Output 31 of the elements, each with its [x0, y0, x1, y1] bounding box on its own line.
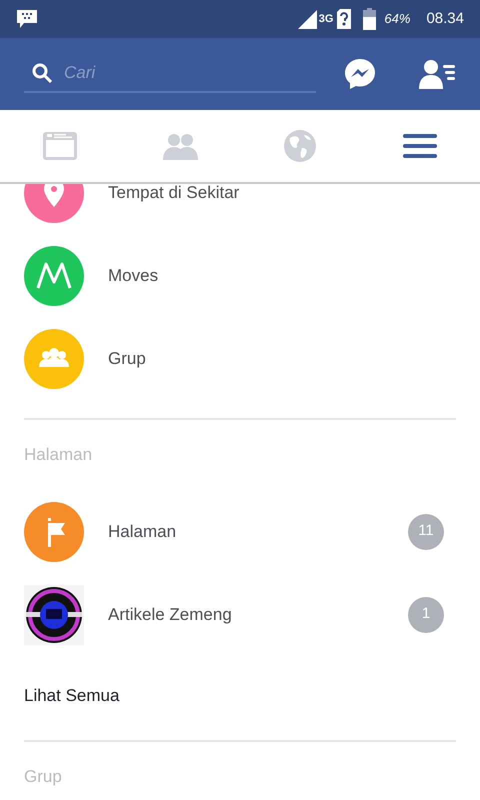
menu-item[interactable]: Halaman 11	[24, 490, 456, 573]
network-type: 3G	[318, 14, 334, 24]
messenger-icon	[344, 58, 376, 90]
menu-item[interactable]: Moves	[24, 234, 456, 317]
item-label: Halaman	[108, 520, 176, 543]
menu-icon	[403, 132, 437, 160]
chat-bubble-icon	[16, 9, 38, 29]
signal-icon	[296, 9, 317, 29]
menu-item[interactable]: Artikele Zemeng 1	[24, 573, 456, 656]
search-icon	[32, 63, 52, 83]
sim-card-icon	[337, 9, 352, 29]
section-heading: Halaman	[24, 444, 92, 466]
battery-percentage: 64%	[384, 10, 410, 28]
battery-icon	[363, 8, 376, 30]
count-badge: 1	[408, 596, 444, 632]
menu-item[interactable]: Tempat di Sekitar	[24, 184, 456, 234]
person-list-icon	[419, 59, 455, 89]
item-label: Tempat di Sekitar	[108, 184, 240, 204]
see-all-link[interactable]: Lihat Semua	[24, 683, 120, 709]
messenger-button[interactable]	[342, 56, 378, 92]
search-field[interactable]: Cari	[64, 60, 284, 86]
count-badge: 11	[408, 514, 444, 550]
news-feed-icon	[42, 131, 78, 161]
item-label: Moves	[108, 264, 158, 287]
section-heading: Grup	[24, 766, 62, 788]
item-label: Grup	[108, 348, 146, 370]
globe-icon	[284, 130, 316, 162]
item-label: Artikele Zemeng	[108, 604, 232, 626]
people-icon	[162, 131, 198, 161]
menu-item[interactable]: Grup	[24, 317, 456, 400]
clock: 08.34	[426, 8, 464, 29]
